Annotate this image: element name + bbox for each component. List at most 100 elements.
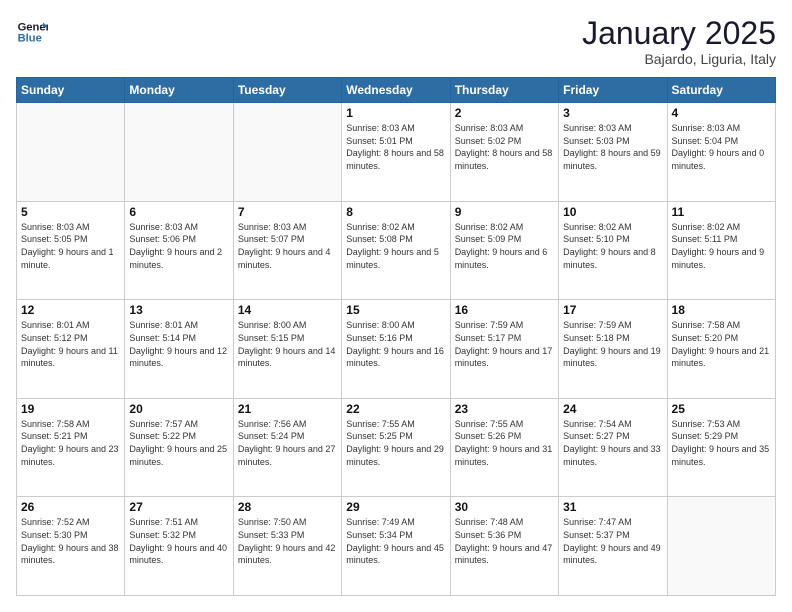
weekday-header-wednesday: Wednesday — [342, 78, 450, 103]
day-number: 14 — [238, 303, 337, 317]
cell-info: Sunrise: 8:02 AMSunset: 5:09 PMDaylight:… — [455, 221, 554, 271]
day-number: 22 — [346, 402, 445, 416]
cell-info: Sunrise: 8:01 AMSunset: 5:12 PMDaylight:… — [21, 319, 120, 369]
cell-info: Sunrise: 8:03 AMSunset: 5:03 PMDaylight:… — [563, 122, 662, 172]
cell-info: Sunrise: 7:57 AMSunset: 5:22 PMDaylight:… — [129, 418, 228, 468]
calendar-table: SundayMondayTuesdayWednesdayThursdayFrid… — [16, 77, 776, 596]
cell-info: Sunrise: 7:56 AMSunset: 5:24 PMDaylight:… — [238, 418, 337, 468]
weekday-header-sunday: Sunday — [17, 78, 125, 103]
calendar-cell: 15 Sunrise: 8:00 AMSunset: 5:16 PMDayligh… — [342, 300, 450, 399]
calendar-cell: 19Sunrise: 7:58 AMSunset: 5:21 PMDayligh… — [17, 398, 125, 497]
calendar-cell: 29 Sunrise: 7:49 AMSunset: 5:34 PMDayligh… — [342, 497, 450, 596]
day-number: 28 — [238, 500, 337, 514]
cell-info: Sunrise: 7:47 AMSunset: 5:37 PMDaylight:… — [563, 516, 662, 566]
calendar-cell: 22 Sunrise: 7:55 AMSunset: 5:25 PMDayligh… — [342, 398, 450, 497]
weekday-header-tuesday: Tuesday — [233, 78, 341, 103]
calendar-cell: 7Sunrise: 8:03 AMSunset: 5:07 PMDaylight… — [233, 201, 341, 300]
day-number: 13 — [129, 303, 228, 317]
calendar-cell: 24 Sunrise: 7:54 AMSunset: 5:27 PMDayligh… — [559, 398, 667, 497]
cell-info: Sunrise: 7:49 AMSunset: 5:34 PMDaylight:… — [346, 516, 445, 566]
calendar-cell: 13 Sunrise: 8:01 AMSunset: 5:14 PMDayligh… — [125, 300, 233, 399]
day-number: 26 — [21, 500, 120, 514]
day-number: 31 — [563, 500, 662, 514]
weekday-header-friday: Friday — [559, 78, 667, 103]
cell-info: Sunrise: 8:03 AMSunset: 5:02 PMDaylight:… — [455, 122, 554, 172]
day-number: 9 — [455, 205, 554, 219]
calendar-cell: 10 Sunrise: 8:02 AMSunset: 5:10 PMDayligh… — [559, 201, 667, 300]
calendar-cell: 5Sunrise: 8:03 AMSunset: 5:05 PMDaylight… — [17, 201, 125, 300]
day-number: 18 — [672, 303, 771, 317]
day-number: 24 — [563, 402, 662, 416]
cell-info: Sunrise: 8:00 AMSunset: 5:15 PMDaylight:… — [238, 319, 337, 369]
day-number: 23 — [455, 402, 554, 416]
title-block: January 2025 Bajardo, Liguria, Italy — [582, 16, 776, 67]
calendar-cell: 8 Sunrise: 8:02 AMSunset: 5:08 PMDaylight… — [342, 201, 450, 300]
calendar-cell: 11 Sunrise: 8:02 AMSunset: 5:11 PMDayligh… — [667, 201, 775, 300]
cell-info: Sunrise: 7:50 AMSunset: 5:33 PMDaylight:… — [238, 516, 337, 566]
calendar-cell: 27 Sunrise: 7:51 AMSunset: 5:32 PMDayligh… — [125, 497, 233, 596]
cell-info: Sunrise: 7:54 AMSunset: 5:27 PMDaylight:… — [563, 418, 662, 468]
logo-icon: General Blue — [16, 16, 48, 48]
calendar-cell: 20 Sunrise: 7:57 AMSunset: 5:22 PMDayligh… — [125, 398, 233, 497]
calendar-cell: 3 Sunrise: 8:03 AMSunset: 5:03 PMDaylight… — [559, 103, 667, 202]
cell-info: Sunrise: 7:58 AMSunset: 5:20 PMDaylight:… — [672, 319, 771, 369]
day-number: 7 — [238, 205, 337, 219]
day-number: 6 — [129, 205, 228, 219]
calendar-cell: 12 Sunrise: 8:01 AMSunset: 5:12 PMDayligh… — [17, 300, 125, 399]
day-number: 10 — [563, 205, 662, 219]
day-number: 8 — [346, 205, 445, 219]
cell-info: Sunrise: 8:00 AMSunset: 5:16 PMDaylight:… — [346, 319, 445, 369]
calendar-cell: 31 Sunrise: 7:47 AMSunset: 5:37 PMDayligh… — [559, 497, 667, 596]
day-number: 20 — [129, 402, 228, 416]
cell-info: Sunrise: 7:55 AMSunset: 5:25 PMDaylight:… — [346, 418, 445, 468]
cell-info: Sunrise: 7:58 AMSunset: 5:21 PMDaylight:… — [21, 418, 120, 468]
calendar-cell: 26 Sunrise: 7:52 AMSunset: 5:30 PMDayligh… — [17, 497, 125, 596]
calendar-cell — [667, 497, 775, 596]
calendar-cell: 30 Sunrise: 7:48 AMSunset: 5:36 PMDayligh… — [450, 497, 558, 596]
day-number: 15 — [346, 303, 445, 317]
calendar-cell: 23 Sunrise: 7:55 AMSunset: 5:26 PMDayligh… — [450, 398, 558, 497]
day-number: 16 — [455, 303, 554, 317]
cell-info: Sunrise: 8:03 AMSunset: 5:06 PMDaylight:… — [129, 221, 228, 271]
day-number: 25 — [672, 402, 771, 416]
day-number: 2 — [455, 106, 554, 120]
calendar-cell: 25Sunrise: 7:53 AMSunset: 5:29 PMDayligh… — [667, 398, 775, 497]
day-number: 3 — [563, 106, 662, 120]
weekday-header-thursday: Thursday — [450, 78, 558, 103]
calendar-cell: 6 Sunrise: 8:03 AMSunset: 5:06 PMDaylight… — [125, 201, 233, 300]
calendar-cell: 28 Sunrise: 7:50 AMSunset: 5:33 PMDayligh… — [233, 497, 341, 596]
cell-info: Sunrise: 7:59 AMSunset: 5:17 PMDaylight:… — [455, 319, 554, 369]
cell-info: Sunrise: 7:51 AMSunset: 5:32 PMDaylight:… — [129, 516, 228, 566]
cell-info: Sunrise: 8:02 AMSunset: 5:11 PMDaylight:… — [672, 221, 771, 271]
cell-info: Sunrise: 7:55 AMSunset: 5:26 PMDaylight:… — [455, 418, 554, 468]
calendar-cell: 17Sunrise: 7:59 AMSunset: 5:18 PMDayligh… — [559, 300, 667, 399]
day-number: 27 — [129, 500, 228, 514]
day-number: 12 — [21, 303, 120, 317]
calendar-cell: 21Sunrise: 7:56 AMSunset: 5:24 PMDayligh… — [233, 398, 341, 497]
calendar-cell: 2 Sunrise: 8:03 AMSunset: 5:02 PMDaylight… — [450, 103, 558, 202]
calendar-cell — [17, 103, 125, 202]
calendar-cell: 4Sunrise: 8:03 AMSunset: 5:04 PMDaylight… — [667, 103, 775, 202]
cell-info: Sunrise: 8:02 AMSunset: 5:08 PMDaylight:… — [346, 221, 445, 271]
calendar-cell — [233, 103, 341, 202]
calendar-cell — [125, 103, 233, 202]
calendar-cell: 1Sunrise: 8:03 AMSunset: 5:01 PMDaylight… — [342, 103, 450, 202]
day-number: 30 — [455, 500, 554, 514]
calendar-cell: 18 Sunrise: 7:58 AMSunset: 5:20 PMDayligh… — [667, 300, 775, 399]
svg-text:Blue: Blue — [18, 33, 42, 45]
location: Bajardo, Liguria, Italy — [582, 51, 776, 67]
page: General Blue January 2025 Bajardo, Ligur… — [0, 0, 792, 612]
day-number: 11 — [672, 205, 771, 219]
header: General Blue January 2025 Bajardo, Ligur… — [16, 16, 776, 67]
cell-info: Sunrise: 7:52 AMSunset: 5:30 PMDaylight:… — [21, 516, 120, 566]
cell-info: Sunrise: 8:02 AMSunset: 5:10 PMDaylight:… — [563, 221, 662, 271]
month-title: January 2025 — [582, 16, 776, 51]
cell-info: Sunrise: 7:48 AMSunset: 5:36 PMDaylight:… — [455, 516, 554, 566]
weekday-header-saturday: Saturday — [667, 78, 775, 103]
day-number: 29 — [346, 500, 445, 514]
day-number: 4 — [672, 106, 771, 120]
weekday-header-monday: Monday — [125, 78, 233, 103]
cell-info: Sunrise: 8:01 AMSunset: 5:14 PMDaylight:… — [129, 319, 228, 369]
day-number: 1 — [346, 106, 445, 120]
cell-info: Sunrise: 8:03 AMSunset: 5:05 PMDaylight:… — [21, 221, 120, 271]
